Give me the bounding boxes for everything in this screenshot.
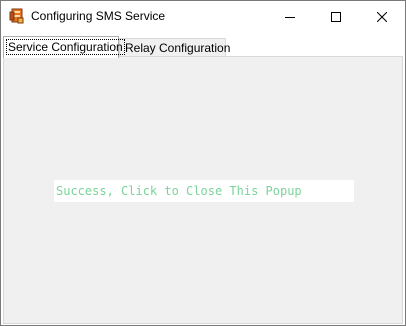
dialog-window: Configuring SMS Service Service Configur… <box>0 0 406 326</box>
close-icon <box>377 11 387 22</box>
tab-strip: Service Configuration Relay Configuratio… <box>1 32 405 58</box>
maximize-icon <box>331 11 341 22</box>
tab-label: Relay Configuration <box>125 41 231 55</box>
maximize-button[interactable] <box>313 1 359 32</box>
title-bar[interactable]: Configuring SMS Service <box>1 1 405 32</box>
tab-relay-configuration[interactable]: Relay Configuration <box>119 38 230 56</box>
minimize-button[interactable] <box>267 1 313 32</box>
service-configuration-panel: Success, Click to Close This Popup <box>3 56 403 324</box>
success-message[interactable]: Success, Click to Close This Popup <box>54 180 354 202</box>
tab-service-configuration[interactable]: Service Configuration <box>3 36 125 58</box>
window-title: Configuring SMS Service <box>31 9 166 23</box>
close-button[interactable] <box>359 1 405 32</box>
minimize-icon <box>285 16 295 18</box>
app-icon <box>9 8 25 24</box>
tab-label: Service Configuration <box>6 39 125 55</box>
